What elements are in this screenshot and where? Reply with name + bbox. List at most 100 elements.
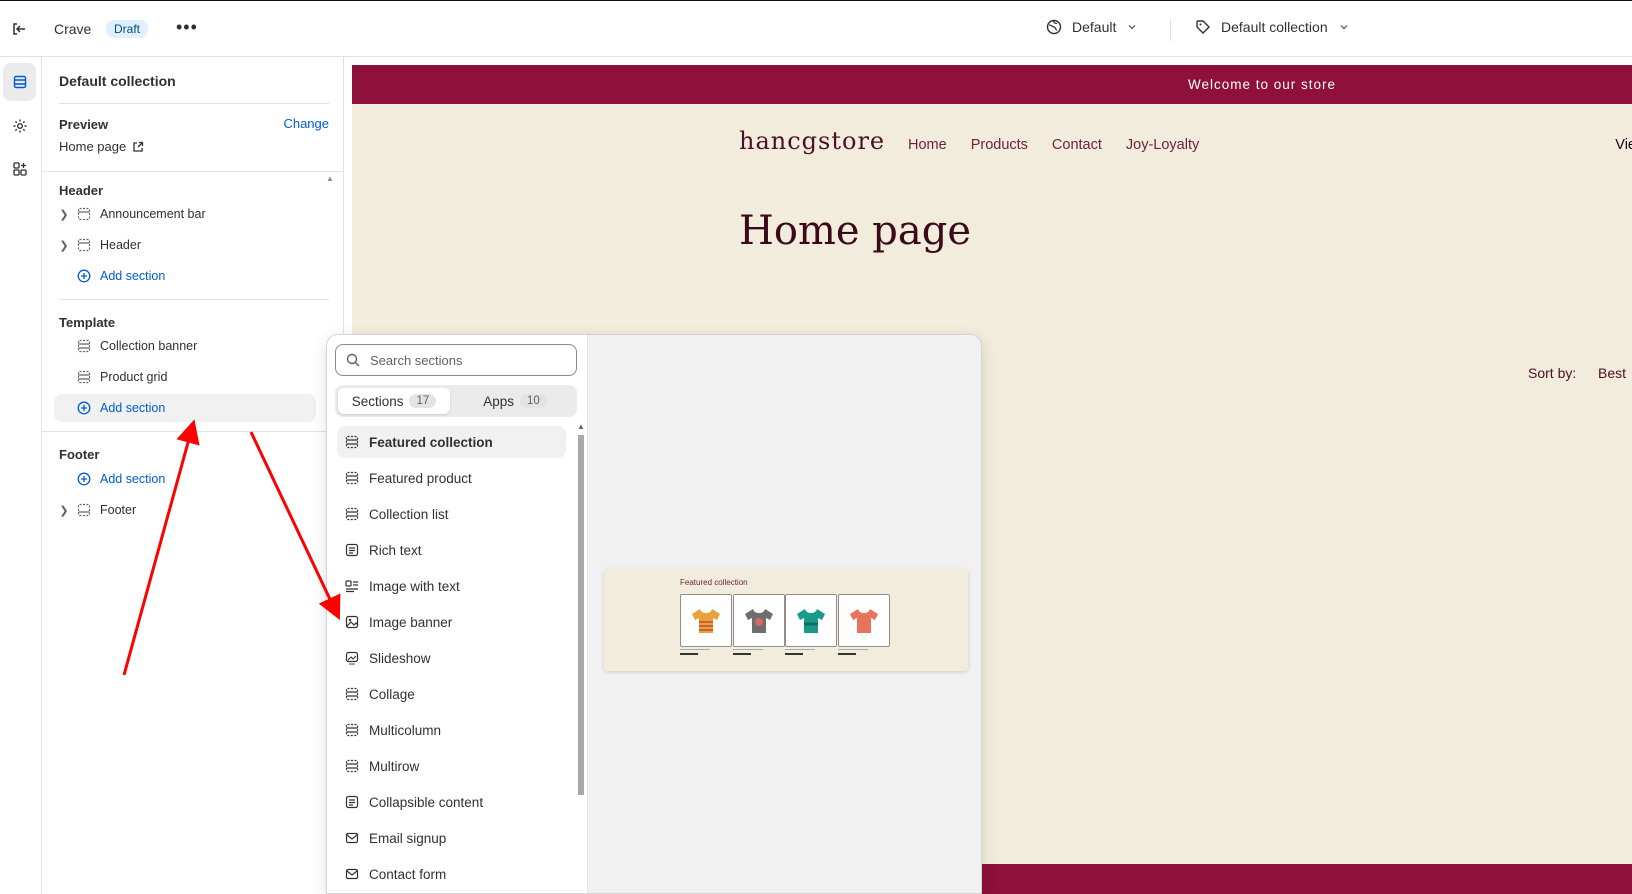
section-list-scrollbar[interactable]: ▲ — [577, 422, 585, 893]
nav-link-home[interactable]: Home — [908, 137, 947, 153]
settings-gear-icon[interactable] — [3, 107, 36, 145]
footer-group-label: Footer — [59, 447, 100, 462]
product-caption — [733, 649, 773, 657]
section-list-panel: Sections 17 Apps 10 Featured collection F… — [327, 335, 587, 893]
tree-item-announcement-bar[interactable]: ❯ Announcement bar — [54, 200, 310, 228]
tshirt-coral-image — [838, 594, 890, 647]
theme-selector[interactable]: Default — [1046, 19, 1138, 35]
section-preview-thumbnail: Featured collection — [604, 569, 968, 671]
nav-link-joy-loyalty[interactable]: Joy-Loyalty — [1126, 137, 1199, 153]
template-selector[interactable]: Default collection — [1195, 19, 1350, 35]
chevron-right-icon[interactable]: ❯ — [54, 208, 74, 221]
layout-section-icon — [345, 507, 359, 521]
preview-page-link[interactable]: Home page — [59, 139, 144, 154]
section-option-label: Multirow — [369, 758, 420, 774]
tree-item-label: Footer — [100, 503, 137, 517]
nav-link-products[interactable]: Products — [971, 137, 1028, 153]
picker-tabs: Sections 17 Apps 10 — [335, 385, 577, 417]
tree-item-header[interactable]: ❯ Header — [54, 231, 310, 259]
chevron-down-icon — [1340, 25, 1348, 30]
text-block-icon — [345, 795, 359, 809]
add-section-footer-button[interactable]: Add section — [54, 465, 310, 493]
product-caption — [838, 649, 878, 657]
tab-label: Sections — [351, 393, 404, 409]
section-option-label: Image with text — [369, 578, 460, 594]
divider — [42, 171, 344, 172]
section-option-collapsible-content[interactable]: Collapsible content — [337, 786, 566, 818]
section-option-multicolumn[interactable]: Multicolumn — [337, 714, 566, 746]
apps-icon[interactable] — [3, 150, 36, 188]
tree-item-product-grid[interactable]: Product grid — [54, 363, 310, 391]
tree-item-label: Product grid — [100, 370, 168, 384]
sections-nav-icon[interactable] — [3, 63, 36, 101]
section-option-image-with-text[interactable]: Image with text — [337, 570, 566, 602]
layout-section-icon — [345, 759, 359, 773]
change-preview-link[interactable]: Change — [283, 116, 329, 131]
page-heading: Home page — [739, 208, 972, 254]
sidebar-title: Default collection — [59, 73, 176, 89]
top-bar: Crave Draft ••• Default Default collecti… — [0, 0, 1632, 57]
tree-item-label: Announcement bar — [100, 207, 206, 221]
scroll-up-arrow-icon[interactable]: ▲ — [326, 174, 334, 183]
tab-count: 17 — [409, 394, 437, 408]
section-option-collection-list[interactable]: Collection list — [337, 498, 566, 530]
add-section-label: Add section — [100, 472, 166, 486]
section-option-slideshow[interactable]: Slideshow — [337, 642, 566, 674]
more-actions-button[interactable]: ••• — [176, 17, 198, 38]
section-option-contact-form[interactable]: Contact form — [337, 858, 566, 890]
exit-icon[interactable] — [8, 18, 30, 40]
layout-section-icon — [345, 471, 359, 485]
layout-section-icon — [345, 687, 359, 701]
tab-sections[interactable]: Sections 17 — [338, 388, 450, 414]
search-sections-field[interactable] — [335, 344, 577, 376]
chevron-right-icon[interactable]: ❯ — [54, 239, 74, 252]
sort-label: Sort by: — [1528, 365, 1577, 381]
layout-section-icon — [345, 435, 359, 449]
left-rail — [0, 57, 42, 894]
tab-apps[interactable]: Apps 10 — [459, 388, 571, 414]
search-icon — [346, 353, 360, 367]
external-link-icon — [133, 141, 144, 152]
product-caption — [785, 649, 825, 657]
section-option-email-signup[interactable]: Email signup — [337, 822, 566, 854]
store-name: Crave — [54, 21, 92, 37]
section-option-collage[interactable]: Collage — [337, 678, 566, 710]
section-icon — [76, 502, 92, 518]
store-nav: Home Products Contact Joy-Loyalty — [908, 137, 1199, 153]
section-preview-panel: Featured collection — [587, 335, 981, 893]
plus-circle-icon — [76, 471, 92, 487]
add-section-template-button[interactable]: Add section — [54, 394, 316, 422]
section-option-rich-text[interactable]: Rich text — [337, 534, 566, 566]
section-option-label: Featured product — [369, 470, 472, 486]
tree-item-collection-banner[interactable]: Collection banner — [54, 332, 310, 360]
tshirt-yellow-image — [680, 594, 732, 647]
section-option-featured-collection[interactable]: Featured collection — [337, 426, 566, 458]
store-logo[interactable]: hancgstore — [739, 127, 885, 155]
chevron-right-icon[interactable]: ❯ — [54, 504, 74, 517]
section-option-featured-product[interactable]: Featured product — [337, 462, 566, 494]
nav-link-contact[interactable]: Contact — [1052, 137, 1102, 153]
add-section-label: Add section — [100, 269, 166, 283]
template-group-label: Template — [59, 315, 116, 330]
section-icon — [76, 206, 92, 222]
section-option-label: Featured collection — [369, 434, 493, 450]
divider — [59, 103, 329, 104]
tree-item-footer[interactable]: ❯ Footer — [54, 496, 310, 524]
search-input[interactable] — [370, 352, 560, 368]
section-option-image-banner[interactable]: Image banner — [337, 606, 566, 638]
tshirt-teal-image — [785, 594, 837, 647]
slideshow-icon — [345, 651, 359, 665]
section-option-label: Image banner — [369, 614, 453, 630]
thumbnail-title: Featured collection — [680, 578, 748, 587]
preview-page-label: Home page — [59, 139, 127, 154]
scrollbar-thumb[interactable] — [578, 435, 584, 795]
tab-count: 10 — [519, 394, 547, 408]
image-icon — [345, 615, 359, 629]
nav-link-truncated[interactable]: Vie — [1615, 137, 1632, 153]
section-option-multirow[interactable]: Multirow — [337, 750, 566, 782]
section-icon — [76, 369, 92, 385]
add-section-header-button[interactable]: Add section — [54, 262, 310, 290]
sort-select[interactable]: Best — [1598, 365, 1626, 381]
scroll-up-arrow-icon[interactable]: ▲ — [577, 422, 585, 431]
tag-icon — [1196, 20, 1210, 34]
